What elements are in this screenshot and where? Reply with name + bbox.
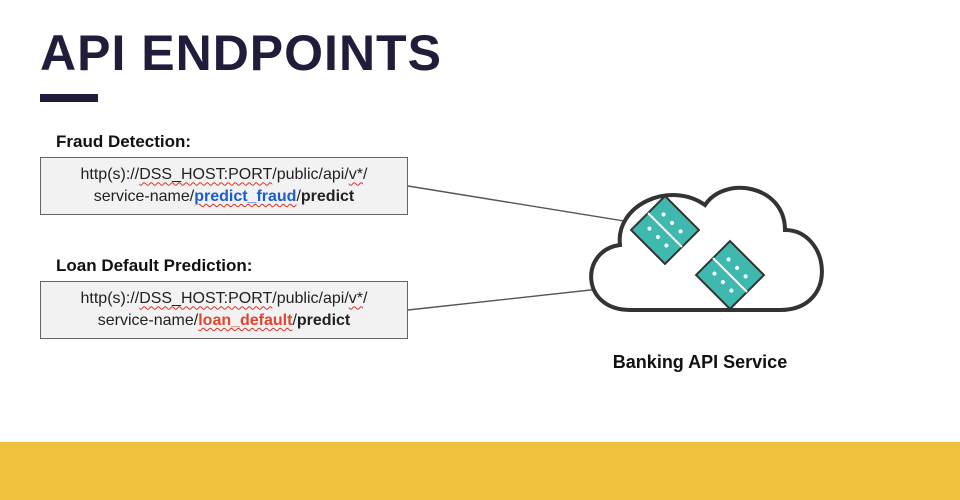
title-underline [40, 94, 98, 102]
url-suffix: predict [301, 188, 354, 205]
url-version: v* [349, 166, 363, 183]
url-slash: / [363, 290, 367, 307]
loan-endpoint-box: http(s)://DSS_HOST:PORT/public/api/v*/ s… [40, 281, 408, 339]
page-title: API ENDPOINTS [40, 24, 442, 82]
url-path: /public/api/ [272, 290, 349, 307]
url-service: service-name [94, 188, 190, 205]
url-key-loan: loan_default [198, 312, 292, 329]
url-path: /public/api/ [272, 166, 349, 183]
url-suffix: predict [297, 312, 350, 329]
loan-endpoint-text: http(s)://DSS_HOST:PORT/public/api/v*/ s… [81, 288, 368, 331]
cloud-label: Banking API Service [570, 352, 830, 373]
url-prefix: http(s):// [81, 166, 140, 183]
url-version: v* [349, 290, 363, 307]
cloud-icon [560, 150, 840, 350]
loan-label: Loan Default Prediction: [56, 256, 252, 276]
url-key-fraud: predict_fraud [194, 188, 296, 205]
fraud-endpoint-text: http(s)://DSS_HOST:PORT/public/api/v*/ s… [81, 164, 368, 207]
fraud-label: Fraud Detection: [56, 132, 191, 152]
footer-bar [0, 442, 960, 500]
fraud-endpoint-box: http(s)://DSS_HOST:PORT/public/api/v*/ s… [40, 157, 408, 215]
url-slash: / [363, 166, 367, 183]
url-host: DSS_HOST:PORT [139, 290, 272, 307]
url-host: DSS_HOST:PORT [139, 166, 272, 183]
url-service: service-name [98, 312, 194, 329]
url-prefix: http(s):// [81, 290, 140, 307]
